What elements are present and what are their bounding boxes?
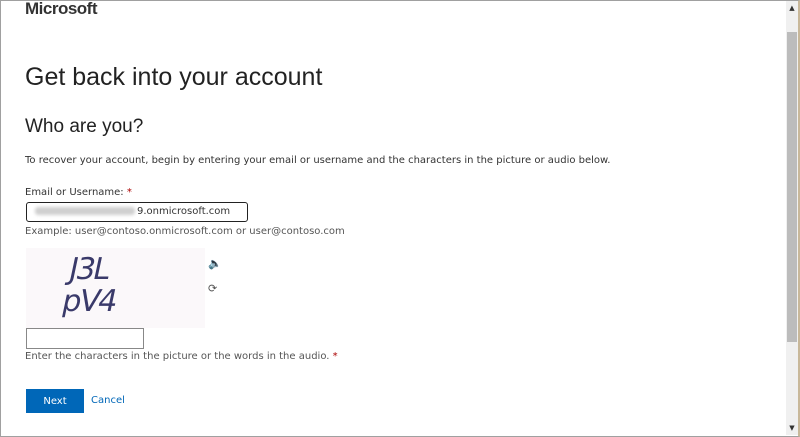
cancel-link[interactable]: Cancel [91, 395, 125, 406]
speaker-icon[interactable]: 🔈 [208, 257, 222, 270]
redacted-text [35, 207, 135, 215]
email-field[interactable]: 9.onmicrosoft.com [26, 202, 248, 222]
next-button[interactable]: Next [26, 389, 84, 413]
email-label: Email or Username: * [25, 187, 132, 198]
refresh-icon[interactable]: ⟳ [208, 282, 217, 295]
scroll-down-arrow-icon[interactable]: ▼ [786, 424, 798, 432]
captcha-image: J3L pV4 [26, 248, 205, 328]
captcha-text: J3L pV4 [58, 252, 120, 319]
email-label-text: Email or Username: [25, 187, 127, 198]
required-marker: * [332, 351, 338, 362]
email-example: Example: user@contoso.onmicrosoft.com or… [25, 226, 345, 237]
captcha-input[interactable] [26, 328, 144, 349]
microsoft-logo: Microsoft [25, 0, 98, 18]
required-marker: * [126, 187, 132, 198]
captcha-hint: Enter the characters in the picture or t… [25, 351, 338, 362]
vertical-scrollbar[interactable]: ▲ ▼ [786, 1, 798, 435]
email-value: 9.onmicrosoft.com [137, 206, 231, 217]
page-title: Get back into your account [25, 63, 323, 91]
scrollbar-thumb[interactable] [787, 32, 797, 342]
intro-text: To recover your account, begin by enteri… [25, 155, 611, 166]
page-subtitle: Who are you? [25, 116, 144, 137]
captcha-hint-text: Enter the characters in the picture or t… [25, 351, 333, 362]
scroll-up-arrow-icon[interactable]: ▲ [786, 4, 798, 12]
